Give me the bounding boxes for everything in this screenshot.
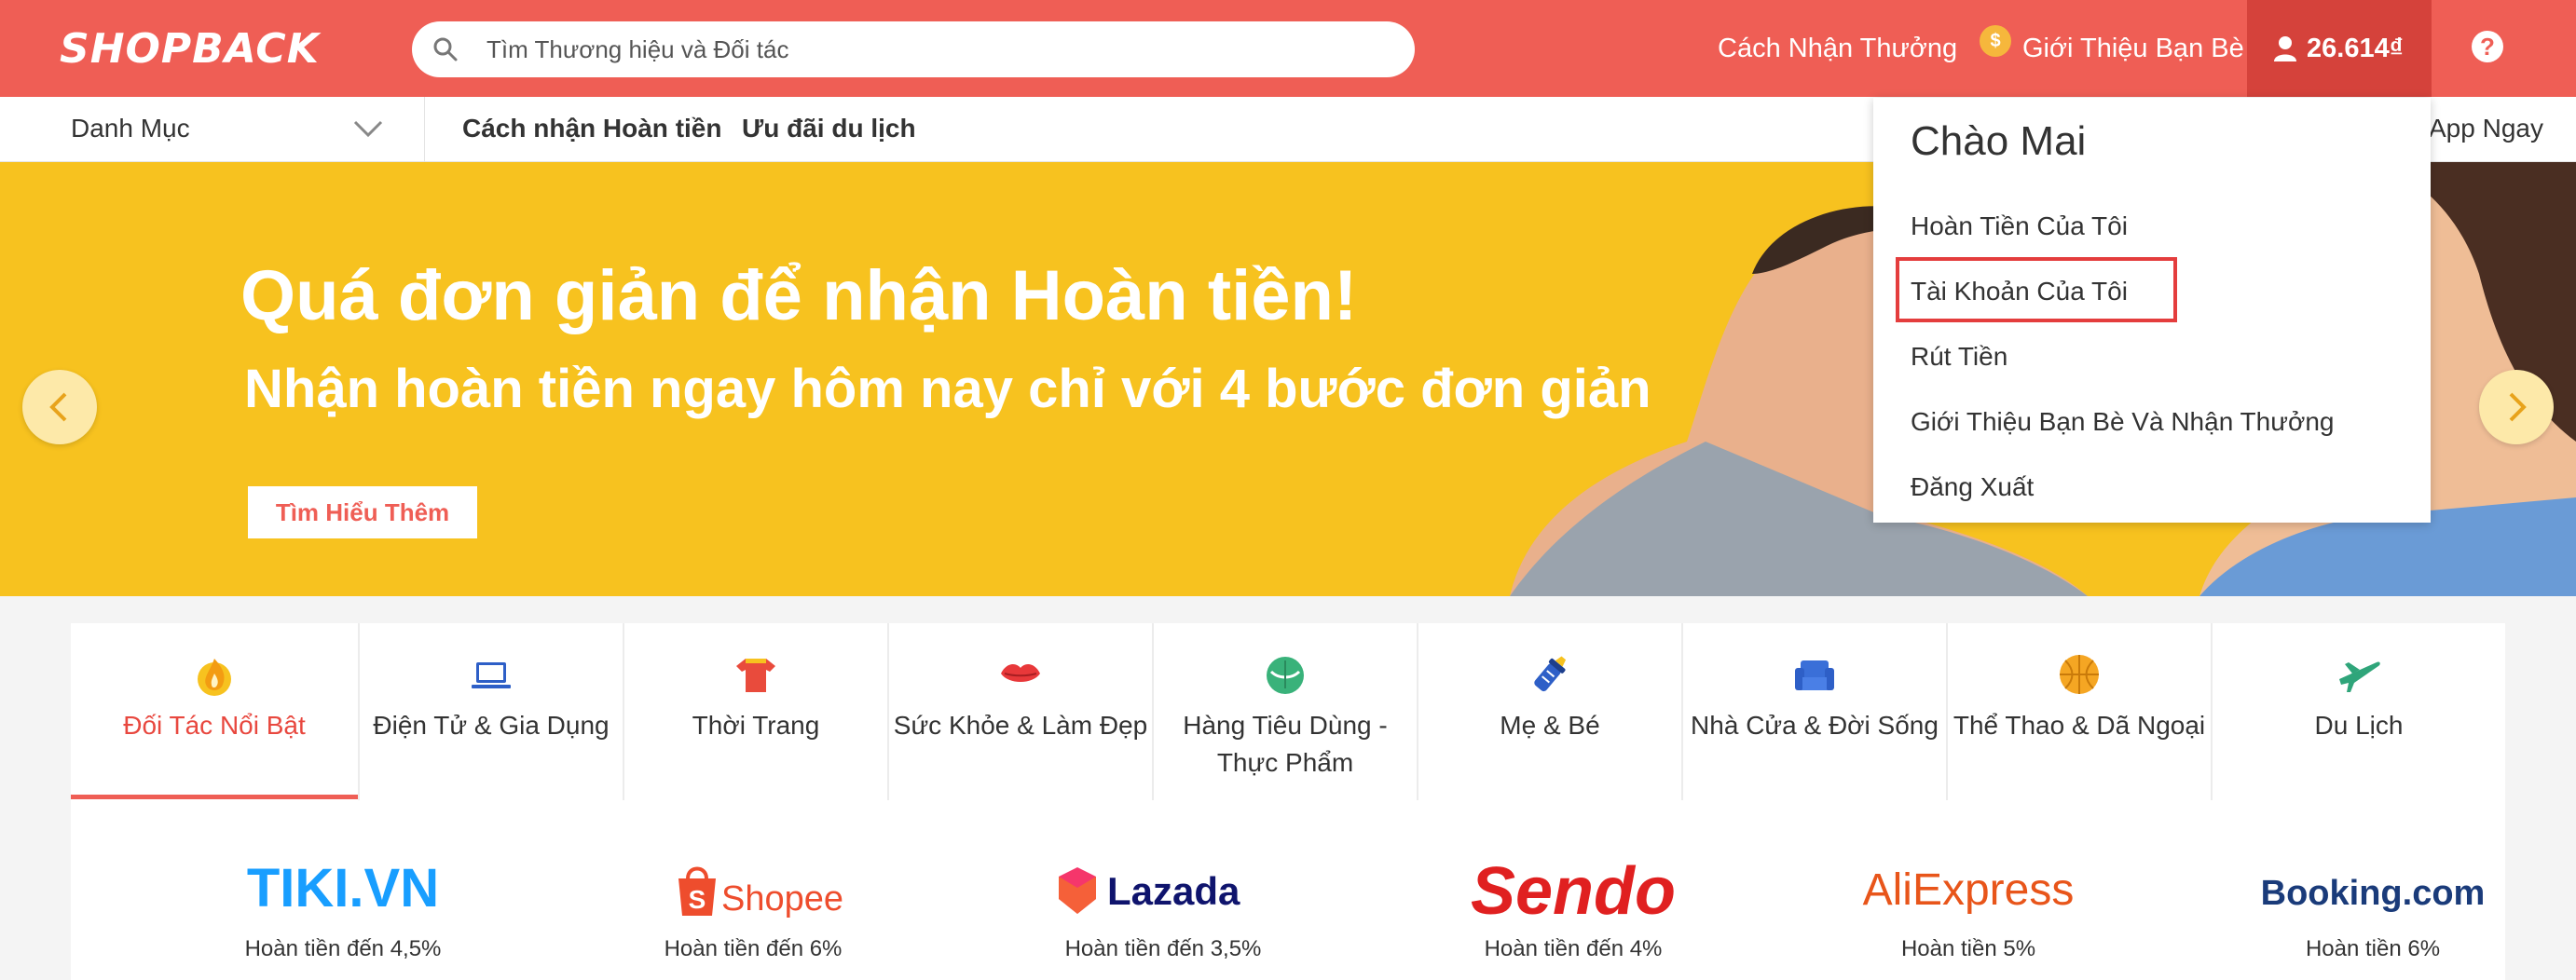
tab-electronics[interactable]: Điện Tử & Gia Dụng xyxy=(360,623,623,800)
hero-prev-button[interactable] xyxy=(22,370,97,444)
menu-item-refer-friends[interactable]: Giới Thiệu Bạn Bè Và Nhận Thưởng xyxy=(1911,407,2334,437)
chevron-right-icon xyxy=(2509,392,2527,422)
basketball-icon xyxy=(2060,655,2099,694)
tab-consumer-goods[interactable]: Hàng Tiêu Dùng - Thực Phẩm xyxy=(1154,623,1417,800)
tab-home-living[interactable]: Nhà Cửa & Đời Sống xyxy=(1683,623,1946,800)
nav-link-travel-deals[interactable]: Ưu đãi du lịch xyxy=(742,97,916,160)
airplane-icon xyxy=(2339,661,2380,692)
tiki-logo: TIKI.VN xyxy=(247,858,439,919)
tab-label: Mẹ & Bé xyxy=(1500,711,1600,740)
menu-item-withdraw[interactable]: Rút Tiền xyxy=(1911,342,2007,372)
tab-label: Sức Khỏe & Làm Đẹp xyxy=(893,711,1148,740)
partner-grid: TIKI.VN Hoàn tiền đến 4,5% S Shopee Hoàn… xyxy=(71,800,2505,980)
laptop-icon xyxy=(472,662,511,688)
chevron-down-icon[interactable] xyxy=(352,117,384,140)
tab-featured-partners[interactable]: Đối Tác Nổi Bật xyxy=(71,623,358,800)
tab-sports-outdoor[interactable]: Thể Thao & Dã Ngoại xyxy=(1948,623,2211,800)
cashback-rate: Hoàn tiền đến 3,5% xyxy=(1064,936,1262,961)
svg-text:S: S xyxy=(689,885,706,914)
menu-item-my-account[interactable]: Tài Khoản Của Tôi xyxy=(1911,277,2128,306)
partner-card-sendo[interactable]: Sendo Hoàn tiền đến 4% xyxy=(1405,800,1741,980)
shopback-logo[interactable]: SHOPBACK xyxy=(60,26,320,73)
aliexpress-logo: AliExpress xyxy=(1863,865,2075,915)
greeting: Chào Mai xyxy=(1911,118,2087,164)
lips-icon xyxy=(1001,664,1040,682)
nav-divider xyxy=(424,97,425,162)
svg-text:TIKI.VN: TIKI.VN xyxy=(247,858,439,919)
tab-mom-baby[interactable]: Mẹ & Bé xyxy=(1418,623,1681,800)
chevron-left-icon xyxy=(49,392,67,422)
svg-text:Sendo: Sendo xyxy=(1471,856,1676,923)
tab-travel[interactable]: Du Lịch xyxy=(2213,623,2505,800)
sendo-logo: Sendo xyxy=(1471,856,1676,923)
top-header: SHOPBACK Cách Nhận Thưởng $ Giới Thiệu B… xyxy=(0,0,2576,97)
learn-more-button[interactable]: Tìm Hiểu Thêm xyxy=(248,486,477,538)
sofa-icon xyxy=(1795,660,1834,690)
refer-friends-link[interactable]: Giới Thiệu Bạn Bè xyxy=(2022,0,2244,97)
tab-label: Thời Trang xyxy=(692,711,820,740)
tab-fashion[interactable]: Thời Trang xyxy=(624,623,887,800)
search-icon xyxy=(433,37,458,61)
partner-card-tiki[interactable]: TIKI.VN Hoàn tiền đến 4,5% xyxy=(175,800,511,980)
partner-card-shopee[interactable]: S Shopee Hoàn tiền đến 6% xyxy=(585,800,921,980)
shirt-icon xyxy=(736,659,775,692)
tab-label: Nhà Cửa & Đời Sống xyxy=(1691,711,1939,740)
svg-text:Booking.com: Booking.com xyxy=(2261,874,2486,913)
fire-icon xyxy=(198,659,231,696)
cashback-rate: Hoàn tiền 5% xyxy=(1900,936,2036,961)
tab-label: Thể Thao & Dã Ngoại xyxy=(1953,711,2206,740)
account-dropdown-menu: Chào Mai Hoàn Tiền Của Tôi Tài Khoản Của… xyxy=(1873,98,2431,523)
partner-card-aliexpress[interactable]: AliExpress Hoàn tiền 5% xyxy=(1801,800,2136,980)
account-balance-button[interactable]: 26.614₫ xyxy=(2247,0,2432,97)
booking-logo: Booking.com xyxy=(2261,874,2486,913)
tab-label: Điện Tử & Gia Dụng xyxy=(373,711,610,740)
shopee-logo: S Shopee xyxy=(678,866,843,919)
tab-health-beauty[interactable]: Sức Khỏe & Làm Đẹp xyxy=(889,623,1152,800)
tab-label: Hàng Tiêu Dùng - Thực Phẩm xyxy=(1183,711,1388,777)
svg-text:Lazada: Lazada xyxy=(1107,869,1240,913)
balance-amount: 26.614₫ xyxy=(2307,34,2404,63)
cashback-rate: Hoàn tiền đến 4% xyxy=(1484,936,1663,961)
svg-text:AliExpress: AliExpress xyxy=(1863,865,2075,915)
hero-title: Quá đơn giản để nhận Hoàn tiền! xyxy=(240,256,1358,335)
cabbage-icon xyxy=(1267,657,1304,694)
search-bar[interactable] xyxy=(412,21,1415,77)
hero-subtitle: Nhận hoàn tiền ngay hôm nay chỉ với 4 bư… xyxy=(244,359,1651,419)
user-icon xyxy=(2274,36,2296,61)
menu-item-my-cashback[interactable]: Hoàn Tiền Của Tôi xyxy=(1911,211,2128,241)
menu-item-logout[interactable]: Đăng Xuất xyxy=(1911,472,2034,502)
tab-label: Du Lịch xyxy=(2314,711,2404,740)
help-icon[interactable]: ? xyxy=(2472,31,2503,62)
cashback-rate: Hoàn tiền đến 4,5% xyxy=(244,936,442,961)
search-input[interactable] xyxy=(486,21,1381,77)
hero-next-button[interactable] xyxy=(2479,370,2554,444)
active-tab-underline xyxy=(71,795,358,799)
category-menu[interactable]: Danh Mục xyxy=(71,97,190,160)
tab-label: Đối Tác Nổi Bật xyxy=(123,711,306,740)
partner-card-lazada[interactable]: Lazada Hoàn tiền đến 3,5% xyxy=(995,800,1331,980)
coin-icon: $ xyxy=(1980,25,2011,57)
app-download-link[interactable]: App Ngay xyxy=(2429,97,2543,160)
category-tabs: Đối Tác Nổi Bật Điện Tử & Gia Dụng Thời … xyxy=(71,623,2505,800)
how-to-earn-link[interactable]: Cách Nhận Thưởng xyxy=(1718,0,1957,97)
lazada-logo: Lazada xyxy=(1059,867,1240,914)
nav-link-cashback-guide[interactable]: Cách nhận Hoàn tiền xyxy=(462,97,721,160)
baby-bottle-icon xyxy=(1534,656,1567,692)
cashback-rate: Hoàn tiền đến 6% xyxy=(664,936,843,961)
svg-text:Shopee: Shopee xyxy=(721,879,843,919)
partner-card-booking[interactable]: Booking.com Hoàn tiền 6% xyxy=(2205,800,2541,980)
cashback-rate: Hoàn tiền 6% xyxy=(2305,936,2441,961)
